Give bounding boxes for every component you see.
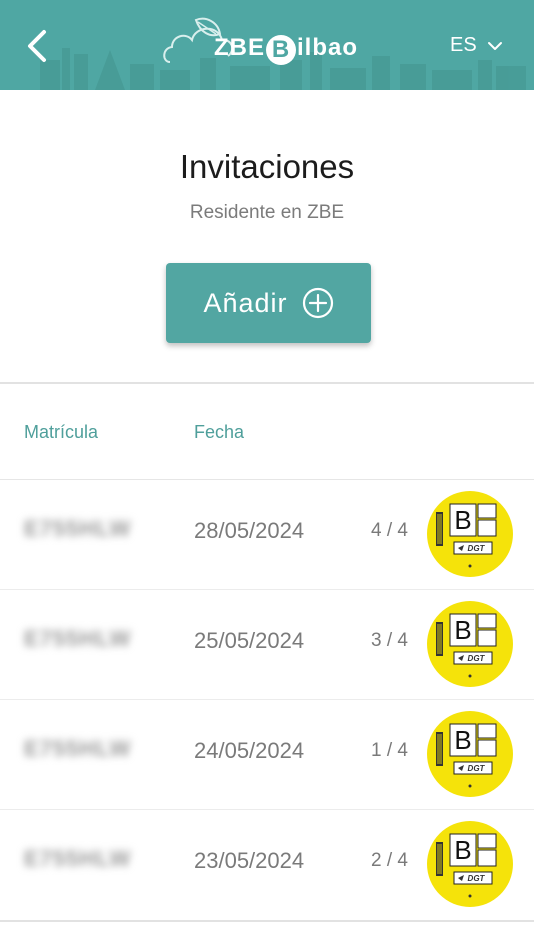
back-button[interactable] — [22, 28, 54, 64]
logo-suffix: ilbao — [297, 34, 359, 61]
table-row[interactable]: E755HLW 23/05/2024 2 / 4 B DGT — [0, 810, 534, 920]
plate-number: E755HLW — [24, 736, 132, 761]
column-header-plate: Matrícula — [24, 422, 99, 442]
plate-number: E755HLW — [24, 516, 132, 541]
badge-issuer: DGT — [468, 654, 486, 663]
chevron-left-icon — [28, 30, 46, 62]
page-subtitle: Residente en ZBE — [189, 202, 345, 223]
usage-count: 2 / 4 — [371, 850, 408, 871]
invitation-date: 24/05/2024 — [194, 738, 305, 763]
dgt-label-b-icon: B DGT — [427, 601, 513, 687]
plate-number: E755HLW — [24, 626, 132, 651]
logo-badge-letter: B — [266, 35, 296, 65]
plate-number: E755HLW — [24, 846, 132, 871]
plus-circle-icon — [302, 287, 333, 319]
badge-letter: B — [454, 505, 471, 535]
add-button-label: Añadir — [203, 287, 288, 318]
logo-prefix: ZBE — [214, 34, 265, 61]
chevron-down-icon — [487, 41, 502, 50]
badge-issuer: DGT — [468, 764, 486, 773]
list-bottom-divider — [0, 920, 534, 922]
dgt-label-b-icon: B DGT — [427, 711, 513, 797]
dgt-label-b-icon: B DGT — [427, 491, 513, 577]
usage-count: 3 / 4 — [371, 630, 408, 651]
dgt-label-b-icon: B DGT — [427, 821, 513, 907]
badge-letter: B — [454, 835, 471, 865]
badge-issuer: DGT — [468, 874, 486, 883]
section-divider — [0, 382, 534, 384]
invitation-date: 25/05/2024 — [194, 628, 305, 653]
badge-issuer: DGT — [468, 544, 486, 553]
badge-letter: B — [454, 615, 471, 645]
invitation-date: 23/05/2024 — [194, 848, 305, 873]
usage-count: 1 / 4 — [371, 740, 408, 761]
column-header-date: Fecha — [194, 422, 245, 442]
usage-count: 4 / 4 — [371, 520, 408, 541]
language-code: ES — [450, 34, 477, 56]
table-row[interactable]: E755HLW 24/05/2024 1 / 4 B DGT — [0, 700, 534, 810]
language-selector[interactable]: ES — [450, 34, 503, 57]
app-logo-text: ZBE Bilbao — [214, 34, 358, 65]
app-header: ZBE Bilbao ES — [0, 0, 534, 90]
table-row[interactable]: E755HLW 25/05/2024 3 / 4 B DGT — [0, 590, 534, 700]
table-row[interactable]: E755HLW 28/05/2024 4 / 4 B DGT — [0, 480, 534, 590]
badge-letter: B — [454, 725, 471, 755]
invitation-date: 28/05/2024 — [194, 518, 305, 543]
add-invitation-button[interactable]: Añadir — [166, 263, 371, 343]
page-title: Invitaciones — [179, 148, 355, 185]
